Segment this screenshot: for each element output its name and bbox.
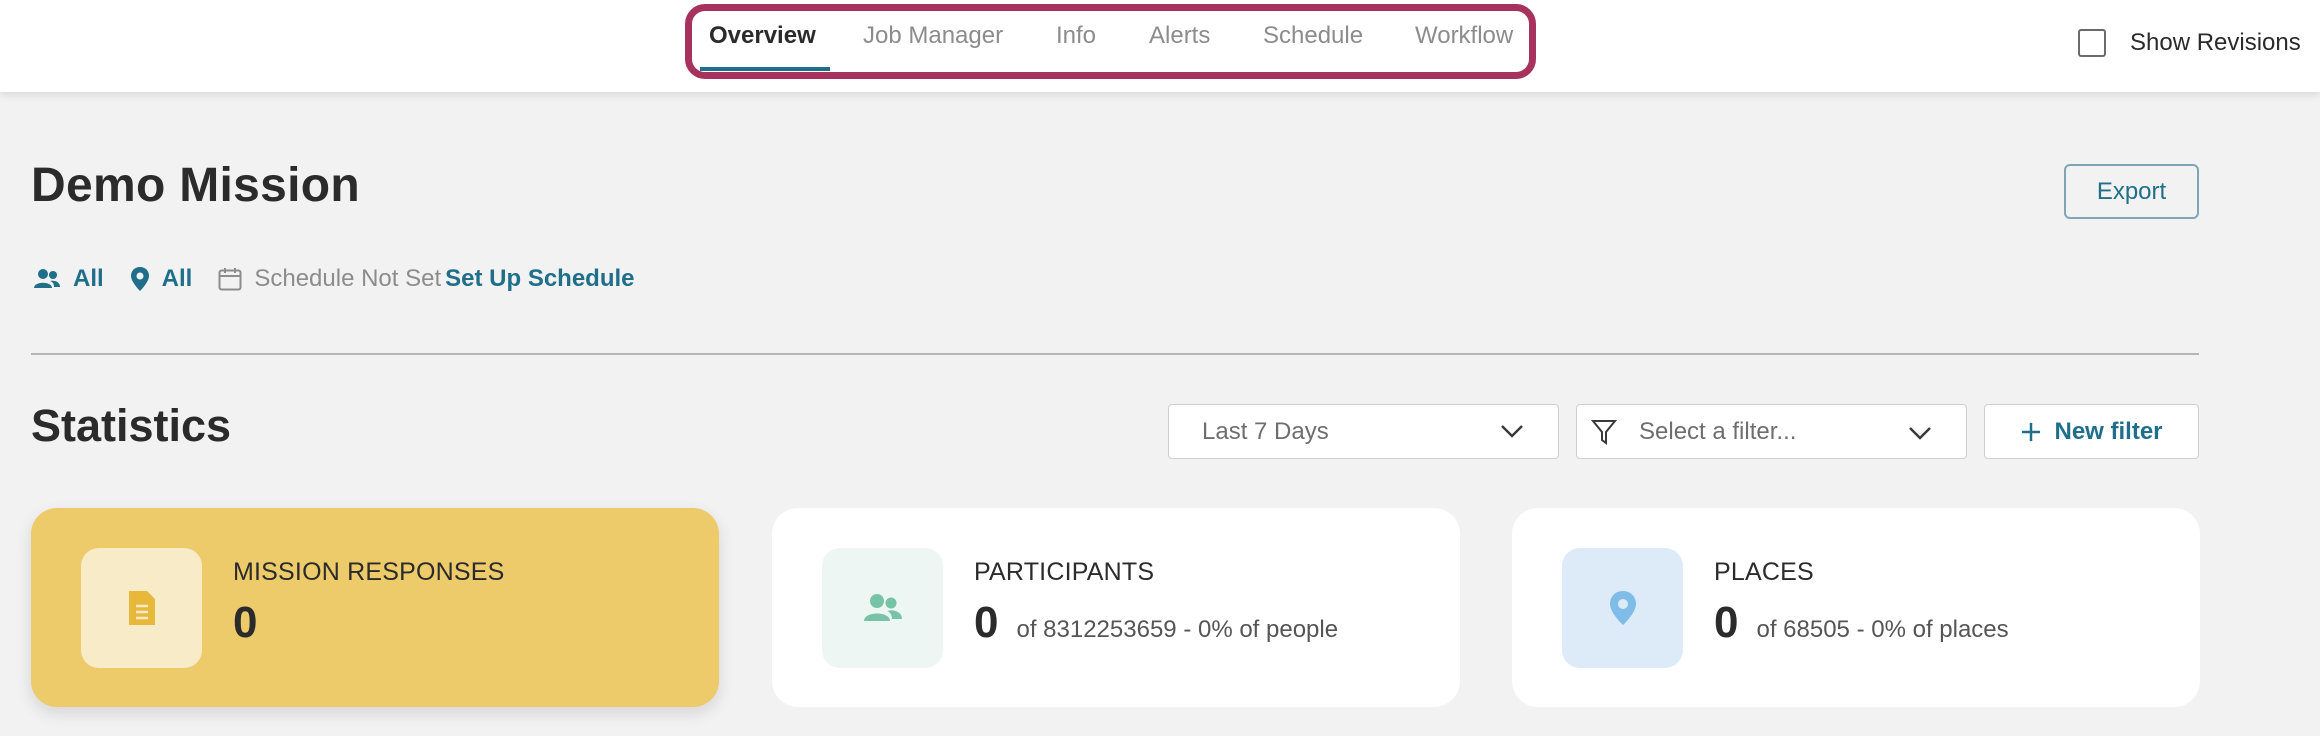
chevron-down-icon <box>1500 423 1524 444</box>
show-revisions-checkbox[interactable] <box>2078 29 2106 57</box>
location-pin-icon <box>1608 589 1638 627</box>
card-value: 0 <box>233 598 258 647</box>
places-filter-link[interactable]: All <box>162 265 193 293</box>
location-pin-icon <box>130 266 150 292</box>
new-filter-button[interactable]: New filter <box>1984 404 2199 459</box>
filter-funnel-icon <box>1591 418 1617 446</box>
card-icon-container <box>822 548 943 668</box>
active-tab-indicator <box>700 67 830 71</box>
show-revisions-control[interactable]: Show Revisions <box>2078 28 2301 58</box>
set-up-schedule-link[interactable]: Set Up Schedule <box>445 265 634 293</box>
show-revisions-label[interactable]: Show Revisions <box>2130 29 2301 57</box>
tab-overview[interactable]: Overview <box>709 22 816 50</box>
export-button[interactable]: Export <box>2064 164 2199 219</box>
new-filter-label: New filter <box>2054 417 2163 445</box>
date-range-value: Last 7 Days <box>1202 417 1329 445</box>
people-icon <box>863 592 903 624</box>
card-value-row: 0 <box>233 598 257 648</box>
card-label: MISSION RESPONSES <box>233 558 505 586</box>
card-subtext: of 8312253659 - 0% of people <box>1016 616 1339 643</box>
card-value-row: 0 of 68505 - 0% of places <box>1714 598 2009 648</box>
tab-info[interactable]: Info <box>1056 22 1096 50</box>
card-label: PLACES <box>1714 558 1814 586</box>
chevron-down-icon <box>1908 425 1932 446</box>
card-value: 0 <box>974 598 999 647</box>
calendar-icon <box>218 267 242 291</box>
schedule-status-text: Schedule Not Set <box>254 265 442 292</box>
mission-responses-card[interactable]: MISSION RESPONSES 0 <box>31 508 719 707</box>
filter-select-placeholder: Select a filter... <box>1639 417 1797 445</box>
people-filter-link[interactable]: All <box>73 265 104 293</box>
tab-job-manager[interactable]: Job Manager <box>863 22 1003 50</box>
filter-select[interactable]: Select a filter... <box>1576 404 1967 459</box>
plus-icon <box>2020 421 2042 443</box>
card-subtext: of 68505 - 0% of places <box>1756 616 2009 643</box>
card-value-row: 0 of 8312253659 - 0% of people <box>974 598 1338 648</box>
tab-alerts[interactable]: Alerts <box>1149 22 1210 50</box>
card-icon-container <box>1562 548 1683 668</box>
card-value: 0 <box>1714 598 1739 647</box>
document-icon <box>127 589 157 627</box>
page-title: Demo Mission <box>31 159 360 212</box>
card-icon-container <box>81 548 202 668</box>
tab-workflow[interactable]: Workflow <box>1415 22 1513 50</box>
top-nav-bar: Overview Job Manager Info Alerts Schedul… <box>0 0 2320 92</box>
date-range-select[interactable]: Last 7 Days <box>1168 404 1559 459</box>
mission-meta-row: All All Schedule Not Set Set Up Schedule <box>33 262 635 296</box>
card-label: PARTICIPANTS <box>974 558 1155 586</box>
participants-card[interactable]: PARTICIPANTS 0 of 8312253659 - 0% of peo… <box>772 508 1460 707</box>
statistics-heading: Statistics <box>31 400 232 451</box>
tab-schedule[interactable]: Schedule <box>1263 22 1363 50</box>
section-divider <box>31 353 2199 355</box>
people-icon <box>33 267 61 291</box>
places-card[interactable]: PLACES 0 of 68505 - 0% of places <box>1512 508 2200 707</box>
